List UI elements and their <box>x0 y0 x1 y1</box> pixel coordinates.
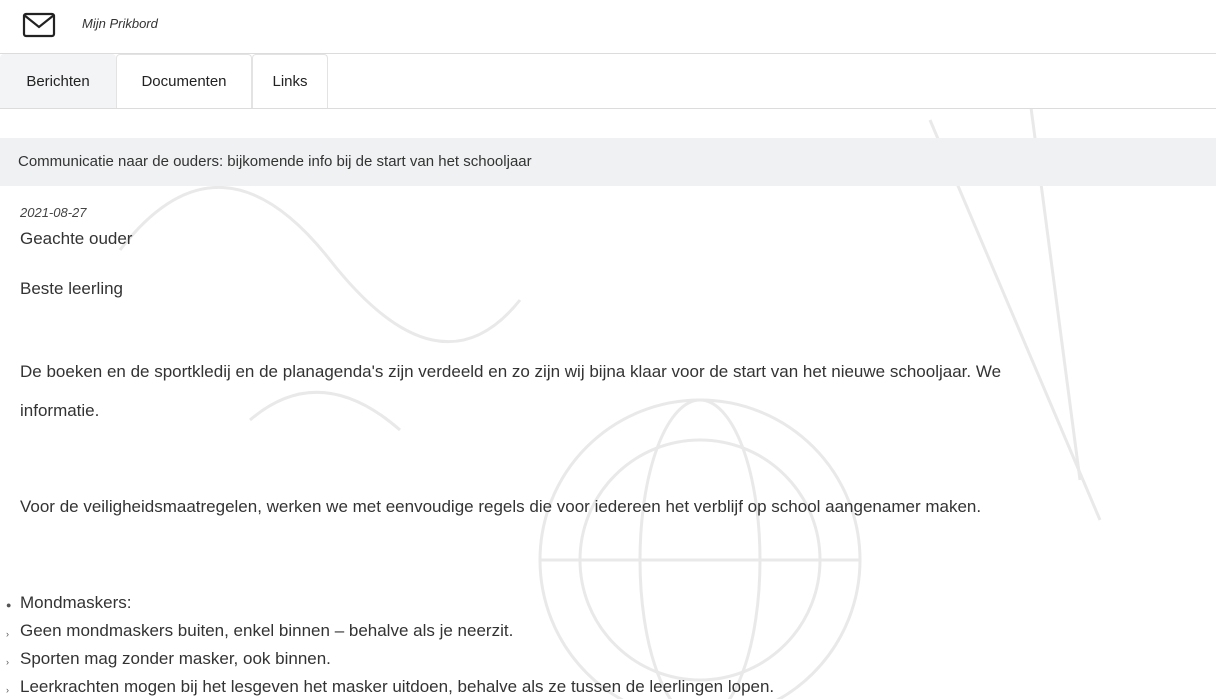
message-header[interactable]: Communicatie naar de ouders: bijkomende … <box>0 138 1216 186</box>
mail-icon[interactable] <box>22 12 56 38</box>
tab-documenten[interactable]: Documenten <box>116 54 252 108</box>
bullet-icon: › <box>6 657 9 667</box>
list-item: Sporten mag zonder masker, ook binnen. <box>20 649 331 668</box>
tab-links[interactable]: Links <box>252 54 328 108</box>
message-date: 2021-08-27 <box>20 205 87 220</box>
bullet-icon: › <box>6 629 9 639</box>
tab-berichten[interactable]: Berichten <box>0 54 116 108</box>
list-item: Leerkrachten mogen bij het lesgeven het … <box>20 677 775 696</box>
bullet-icon: ● <box>6 600 12 610</box>
list-item: Geen mondmaskers buiten, enkel binnen – … <box>20 621 514 640</box>
app-title: Mijn Prikbord <box>82 16 158 31</box>
greeting-line: Beste leerling <box>20 279 124 298</box>
message-paragraph: De boeken en de sportkledij en de planag… <box>20 362 1002 381</box>
top-bar: Mijn Prikbord <box>0 0 1216 54</box>
message-paragraph: informatie. <box>20 401 100 420</box>
list-item: Mondmaskers: <box>20 593 132 612</box>
message-paragraph: Voor de veiligheidsmaatregelen, werken w… <box>20 497 982 516</box>
greeting-line: Geachte ouder <box>20 229 133 248</box>
bullet-icon: › <box>6 685 9 695</box>
message-subject: Communicatie naar de ouders: bijkomende … <box>18 153 532 170</box>
tab-bar: Berichten Documenten Links <box>0 54 1216 109</box>
